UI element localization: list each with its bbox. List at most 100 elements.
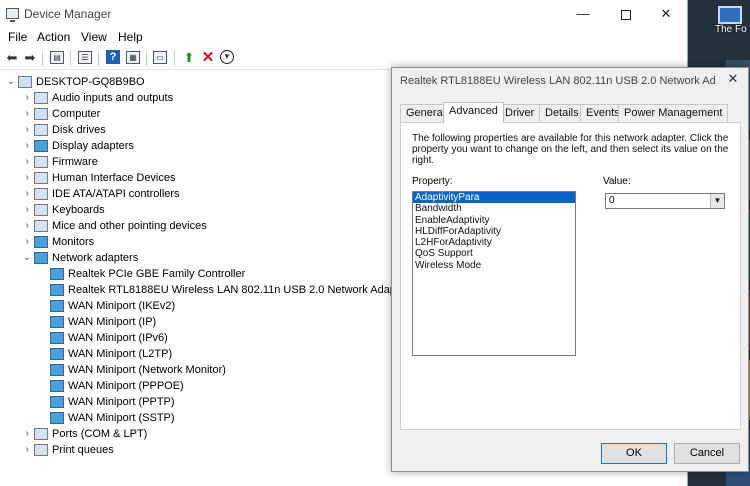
menu-bar: File Action View Help xyxy=(0,28,687,46)
chevron-down-icon[interactable]: ▼ xyxy=(710,194,724,208)
device-label: WAN Miniport (IKEv2) xyxy=(68,300,176,312)
network-adapter-icon xyxy=(50,332,64,344)
property-item[interactable]: QoS Support xyxy=(413,248,575,259)
property-listbox[interactable]: AdaptivityPara Bandwidth EnableAdaptivit… xyxy=(412,191,576,356)
expand-arrow-icon[interactable]: › xyxy=(22,106,32,122)
ok-button[interactable]: OK xyxy=(601,443,667,464)
desktop-shortcut-label[interactable]: The Fo xyxy=(715,24,747,35)
tab-advanced[interactable]: Advanced xyxy=(443,102,504,123)
category-label: Network adapters xyxy=(52,252,139,264)
device-manager-icon xyxy=(6,8,19,22)
help-icon[interactable]: ? xyxy=(106,50,120,64)
collapse-arrow-icon[interactable]: ⌄ xyxy=(22,250,32,266)
expand-arrow-icon[interactable]: › xyxy=(22,90,32,106)
mouse-icon xyxy=(34,220,48,232)
expand-arrow-icon[interactable]: › xyxy=(22,218,32,234)
computer-icon xyxy=(18,76,32,88)
description-text: The following properties are available f… xyxy=(412,133,729,166)
tab-driver[interactable]: Driver xyxy=(499,104,541,122)
ide-controller-icon xyxy=(34,188,48,200)
minimize-button[interactable]: — xyxy=(560,0,606,28)
device-label: WAN Miniport (PPPOE) xyxy=(68,380,184,392)
list-icon[interactable]: ☰ xyxy=(78,51,92,64)
property-item[interactable]: EnableAdaptivity xyxy=(413,215,575,226)
value-selected: 0 xyxy=(609,195,615,206)
value-dropdown[interactable]: 0 ▼ xyxy=(605,193,725,209)
printer-icon xyxy=(34,444,48,456)
menu-action[interactable]: Action xyxy=(37,30,70,44)
collapse-arrow-icon[interactable]: ⌄ xyxy=(6,74,16,90)
expand-arrow-icon[interactable]: › xyxy=(22,122,32,138)
network-adapter-icon xyxy=(50,348,64,360)
network-adapter-icon xyxy=(50,268,64,280)
menu-help[interactable]: Help xyxy=(118,30,143,44)
property-item[interactable]: HLDiffForAdaptivity xyxy=(413,226,575,237)
network-adapter-icon xyxy=(50,316,64,328)
device-label: Realtek RTL8188EU Wireless LAN 802.11n U… xyxy=(68,284,409,296)
category-label: Ports (COM & LPT) xyxy=(52,428,148,440)
category-label: Computer xyxy=(52,108,101,120)
forward-arrow-icon[interactable]: ➡ xyxy=(22,50,38,66)
expand-arrow-icon[interactable]: › xyxy=(22,202,32,218)
tree-root-label: DESKTOP-GQ8B9BO xyxy=(36,76,145,88)
category-label: Audio inputs and outputs xyxy=(52,92,174,104)
expand-arrow-icon[interactable]: › xyxy=(22,234,32,250)
device-label: Realtek PCIe GBE Family Controller xyxy=(68,268,246,280)
tab-power-management[interactable]: Power Management xyxy=(618,104,729,122)
expand-arrow-icon[interactable]: › xyxy=(22,442,32,458)
expand-arrow-icon[interactable]: › xyxy=(22,170,32,186)
tree-root[interactable]: ⌄ DESKTOP-GQ8B9BO xyxy=(6,74,386,90)
hid-icon xyxy=(34,172,48,184)
back-arrow-icon[interactable]: ⬅ xyxy=(4,50,20,66)
close-button[interactable]: ✕ xyxy=(643,0,689,28)
device-label: WAN Miniport (L2TP) xyxy=(68,348,173,360)
network-adapter-icon xyxy=(50,300,64,312)
dialog-close-button[interactable]: ✕ xyxy=(724,71,742,87)
window-title: Device Manager xyxy=(24,7,112,21)
category-label: Firmware xyxy=(52,156,98,168)
desktop-shortcut-icon[interactable] xyxy=(718,6,742,24)
uninstall-icon[interactable]: ✕ xyxy=(200,50,216,66)
toolbar-separator xyxy=(146,51,147,66)
network-adapter-icon xyxy=(50,284,64,296)
computer-icon xyxy=(34,108,48,120)
category-label: Keyboards xyxy=(52,204,105,216)
value-label: Value: xyxy=(603,176,631,187)
network-adapter-icon xyxy=(50,364,64,376)
dialog-title[interactable]: Realtek RTL8188EU Wireless LAN 802.11n U… xyxy=(400,75,716,87)
expand-arrow-icon[interactable]: › xyxy=(22,154,32,170)
expand-arrow-icon[interactable]: › xyxy=(22,186,32,202)
category-label: Monitors xyxy=(52,236,95,248)
device-label: WAN Miniport (SSTP) xyxy=(68,412,175,424)
properties-sheet-icon[interactable]: ▦ xyxy=(126,51,140,64)
device-label: WAN Miniport (IPv6) xyxy=(68,332,168,344)
category-label: Mice and other pointing devices xyxy=(52,220,207,232)
property-item-selected[interactable]: AdaptivityPara xyxy=(413,192,575,204)
cancel-button[interactable]: Cancel xyxy=(674,443,740,464)
advanced-panel: The following properties are available f… xyxy=(400,122,741,430)
toolbar-separator xyxy=(174,51,175,66)
property-item[interactable]: Bandwidth xyxy=(413,203,575,214)
device-label: WAN Miniport (Network Monitor) xyxy=(68,364,226,376)
update-driver-icon[interactable]: ⬆ xyxy=(181,50,197,66)
menu-file[interactable]: File xyxy=(8,30,27,44)
download-icon[interactable]: ▼ xyxy=(220,50,234,64)
property-item[interactable]: L2HForAdaptivity xyxy=(413,237,575,248)
tab-details[interactable]: Details xyxy=(539,104,585,122)
keyboard-icon xyxy=(34,204,48,216)
adapter-properties-dialog: Realtek RTL8188EU Wireless LAN 802.11n U… xyxy=(391,67,749,472)
menu-view[interactable]: View xyxy=(81,30,107,44)
port-icon xyxy=(34,428,48,440)
property-item[interactable]: Wireless Mode xyxy=(413,260,575,271)
device-label: WAN Miniport (IP) xyxy=(68,316,157,328)
property-label: Property: xyxy=(412,176,453,187)
properties-icon[interactable]: ▤ xyxy=(50,51,64,64)
device-label: WAN Miniport (PPTP) xyxy=(68,396,175,408)
category-label: IDE ATA/ATAPI controllers xyxy=(52,188,180,200)
toolbar-separator xyxy=(42,51,43,66)
title-bar[interactable]: Device Manager — ✕ xyxy=(0,0,687,28)
expand-arrow-icon[interactable]: › xyxy=(22,426,32,442)
monitor-icon[interactable]: ▭ xyxy=(153,51,167,64)
display-adapter-icon xyxy=(34,140,48,152)
expand-arrow-icon[interactable]: › xyxy=(22,138,32,154)
